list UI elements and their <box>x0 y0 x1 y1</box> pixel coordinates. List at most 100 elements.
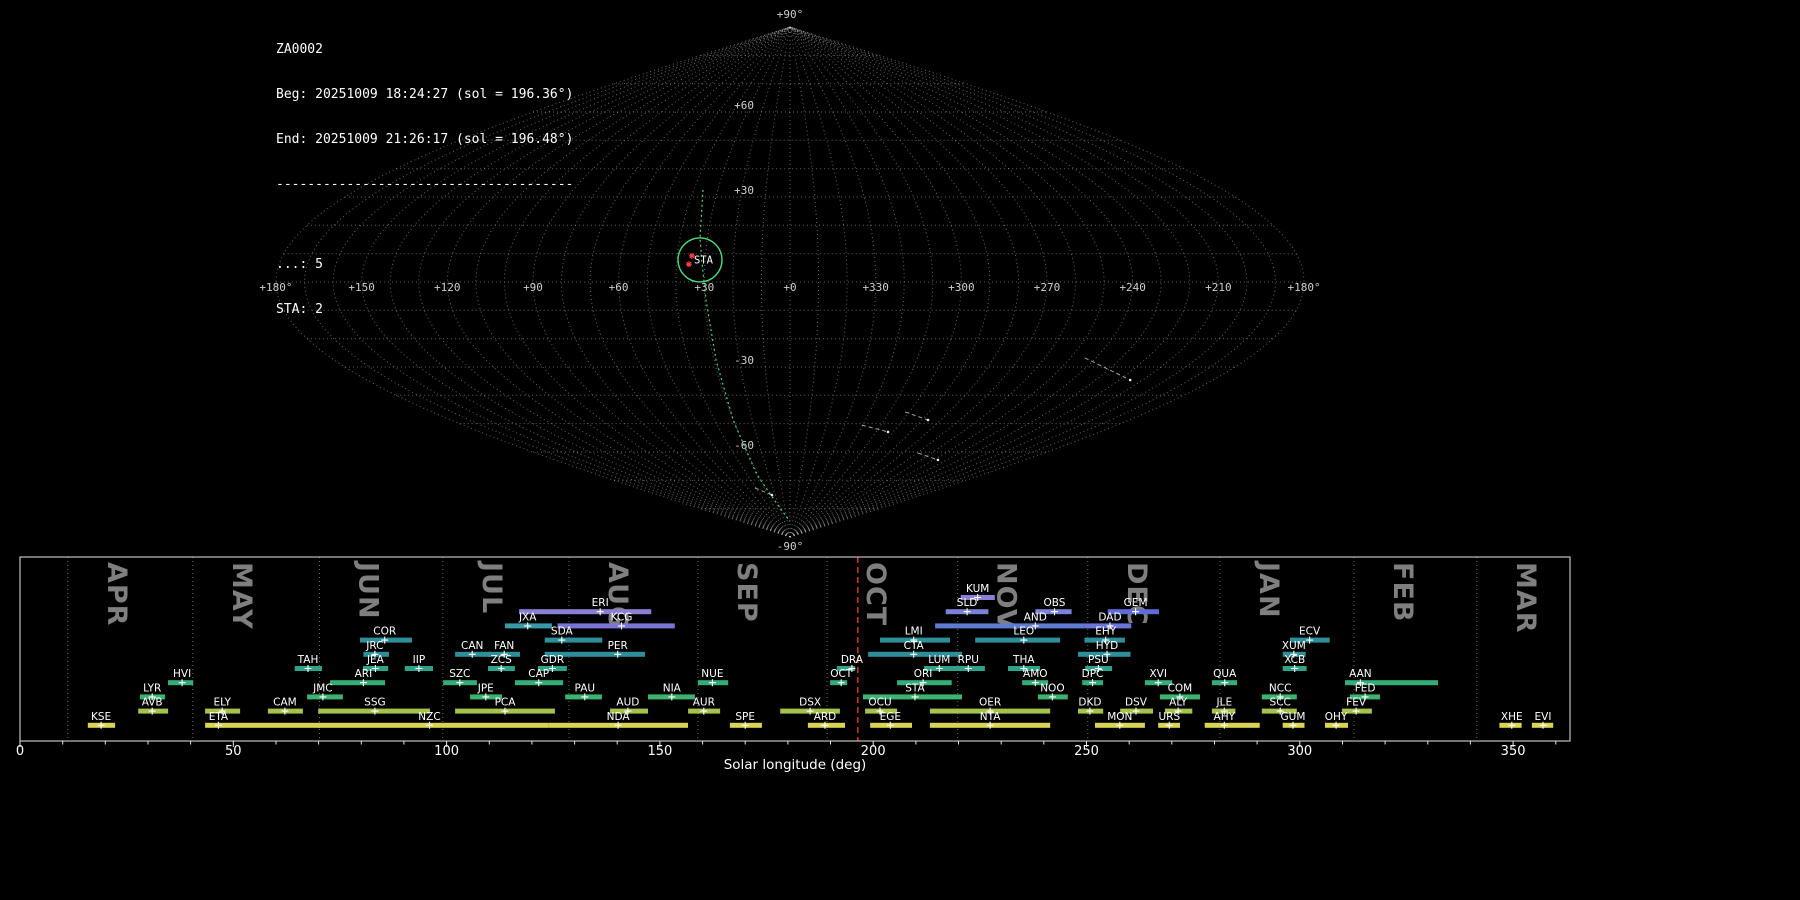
shower-activity-bar <box>1205 723 1260 728</box>
shower-code-label: DSV <box>1125 697 1148 709</box>
shower-code-label: HYD <box>1096 640 1118 652</box>
shower-code-label: COM <box>1168 682 1193 694</box>
shower-code-label: SLD <box>957 597 978 609</box>
shower-code-label: ARD <box>814 711 837 723</box>
shower-code-label: SDA <box>551 626 574 638</box>
shower-code-label: CAN <box>461 640 483 652</box>
shower-code-label: OCU <box>868 697 891 709</box>
shower-code-label: ZCS <box>491 654 513 666</box>
shower-code-label: FAN <box>494 640 514 652</box>
shower-code-label: THA <box>1012 654 1035 666</box>
month-label: JUL <box>476 560 507 614</box>
shower-code-label: JEA <box>366 654 385 666</box>
shower-code-label: ELY <box>213 697 231 709</box>
map-lon-label: +240 <box>1119 281 1146 294</box>
shower-code-label: ETA <box>209 711 229 723</box>
x-tick-label: 100 <box>434 744 459 759</box>
meteor-trail-head <box>937 459 940 462</box>
shower-code-label: URS <box>1158 711 1180 723</box>
meteor-trail <box>918 453 938 460</box>
shower-code-label: TAH <box>297 654 319 666</box>
shower-code-label: XVI <box>1149 668 1166 680</box>
map-lon-label: +330 <box>862 281 889 294</box>
month-label: JUN <box>353 560 384 620</box>
shower-code-label: LUM <box>928 654 950 666</box>
shower-code-label: LMI <box>905 626 923 638</box>
shower-code-label: EVI <box>1535 711 1552 723</box>
shower-code-label: AVB <box>142 697 163 709</box>
x-tick-label: 350 <box>1501 744 1526 759</box>
shower-code-label: XCB <box>1284 654 1305 666</box>
shower-code-label: OHY <box>1325 711 1348 723</box>
shower-code-label: AAN <box>1349 668 1372 680</box>
shower-code-label: XHE <box>1501 711 1523 723</box>
shower-code-label: CAP <box>528 668 549 680</box>
shower-code-label: FED <box>1355 682 1376 694</box>
month-label: OCT <box>860 562 891 626</box>
sta-meteor-marker <box>686 261 692 267</box>
count-unclassified: ...: 5 <box>276 257 573 272</box>
map-lat-label: -30 <box>734 354 754 367</box>
x-tick-label: 250 <box>1074 744 1099 759</box>
shower-code-label: ARI <box>355 668 373 680</box>
shower-code-label: JPE <box>477 682 494 694</box>
shower-code-label: DRA <box>841 654 864 666</box>
x-axis-title: Solar longitude (deg) <box>724 757 867 773</box>
separator-line: -------------------------------------- <box>276 177 573 192</box>
info-panel: ZA0002 Beg: 20251009 18:24:27 (sol = 196… <box>276 12 573 332</box>
shower-code-label: OBS <box>1044 597 1066 609</box>
x-tick-label: 300 <box>1287 744 1312 759</box>
shower-code-label: LEO <box>1013 626 1034 638</box>
shower-code-label: IIP <box>413 654 426 666</box>
shower-code-label: DKD <box>1078 697 1101 709</box>
shower-code-label: GEM <box>1124 597 1148 609</box>
map-lon-label: +270 <box>1034 281 1061 294</box>
shower-code-label: FEV <box>1346 697 1367 709</box>
map-meridian <box>790 27 1161 537</box>
month-label: FEB <box>1387 562 1418 622</box>
observation-begin: Beg: 20251009 18:24:27 (sol = 196.36°) <box>276 87 573 102</box>
shower-code-label: AHY <box>1214 711 1236 723</box>
shower-code-label: GUM <box>1281 711 1306 723</box>
shower-code-label: DSX <box>799 697 821 709</box>
map-meridian <box>790 27 933 537</box>
shower-code-label: NDA <box>607 711 631 723</box>
meteor-trail <box>862 425 888 432</box>
shower-code-label: AMO <box>1023 668 1048 680</box>
shower-code-label: RPU <box>958 654 979 666</box>
shower-code-label: JMC <box>312 682 333 694</box>
map-meridian <box>790 27 1247 537</box>
shower-code-label: NZC <box>418 711 440 723</box>
shower-code-label: CAM <box>273 697 297 709</box>
shower-code-label: KCG <box>611 611 633 623</box>
shower-code-label: EGE <box>880 711 901 723</box>
shower-activity-bar <box>545 638 603 643</box>
shower-code-label: XUM <box>1282 640 1306 652</box>
meteor-trail-head <box>927 419 930 422</box>
shower-code-label: DAD <box>1098 611 1121 623</box>
shower-code-label: ALY <box>1169 697 1188 709</box>
activity-timeline-chart: APRMAYJUNJULAUGSEPOCTNOVDECJANFEBMARKUME… <box>0 545 1800 795</box>
shower-code-label: EHY <box>1095 626 1117 638</box>
x-tick-label: 150 <box>647 744 672 759</box>
spacer <box>276 222 573 227</box>
x-tick-label: 0 <box>16 744 24 759</box>
shower-code-label: AUD <box>616 697 639 709</box>
month-label: JAN <box>1253 560 1284 619</box>
shower-code-label: KUM <box>966 583 989 595</box>
x-tick-label: 50 <box>225 744 242 759</box>
map-lon-label: +210 <box>1205 281 1232 294</box>
shower-code-label: LYR <box>143 682 161 694</box>
month-label: MAR <box>1510 562 1541 634</box>
shower-code-label: ORI <box>914 668 933 680</box>
shower-activity-bar <box>205 723 320 728</box>
month-label: SEP <box>731 562 762 623</box>
shower-code-label: HVI <box>173 668 191 680</box>
month-label: APR <box>101 562 132 626</box>
shower-code-label: NIA <box>663 682 682 694</box>
shower-code-label: JXA <box>518 611 537 623</box>
meteor-trail-head <box>887 431 890 434</box>
map-lon-label: +180° <box>1288 281 1321 294</box>
shower-activity-bar <box>935 623 1084 628</box>
shower-code-label: OCT <box>830 668 853 680</box>
